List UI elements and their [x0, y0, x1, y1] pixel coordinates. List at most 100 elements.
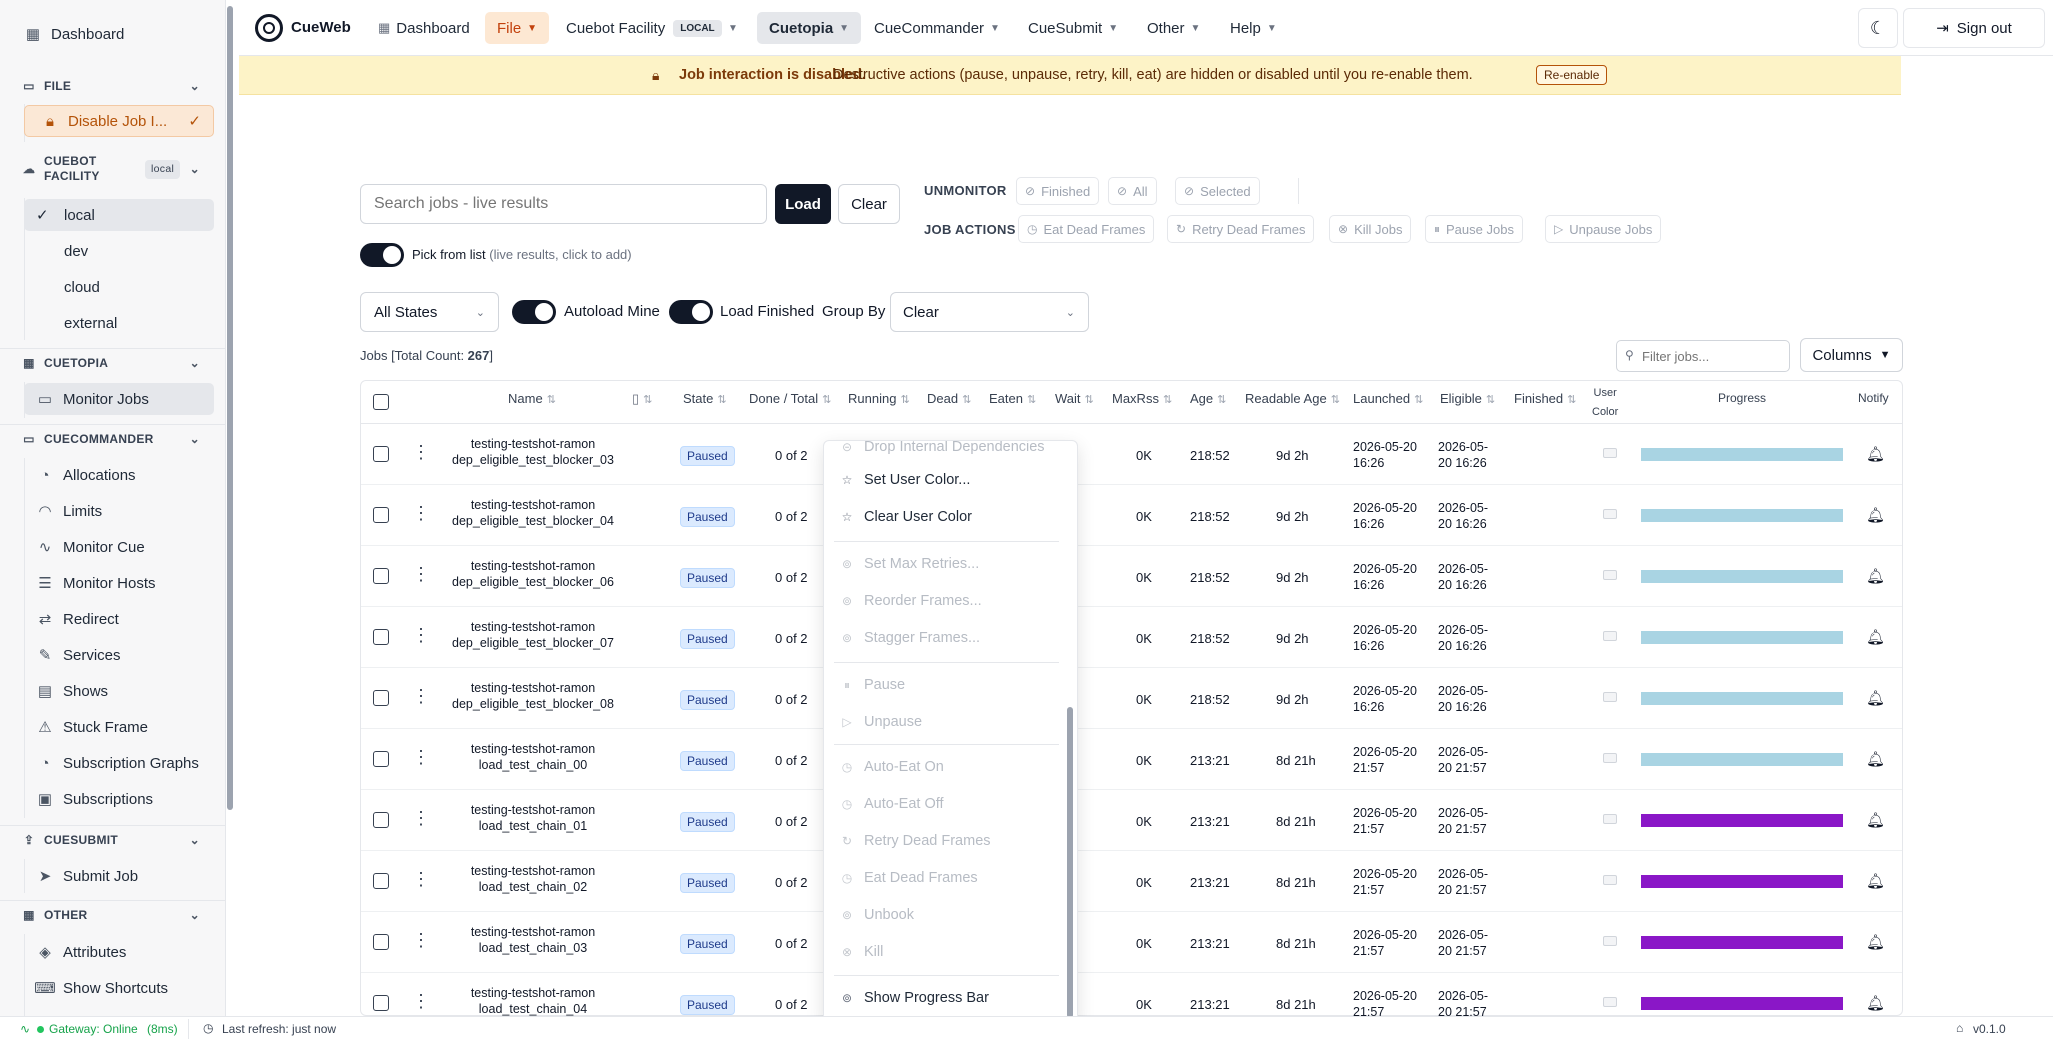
user-color-swatch[interactable] — [1603, 448, 1617, 458]
user-color-swatch[interactable] — [1603, 631, 1617, 641]
menu-item-eat-dead-frames[interactable]: ◷ Eat Dead Frames — [840, 870, 978, 886]
sidebar-item-services[interactable]: ✎ Services — [24, 639, 214, 671]
sidebar-section-cuesubmit[interactable]: ⇪ CUESUBMIT ⌄ — [20, 831, 210, 849]
sidebar-item-show-shortcuts[interactable]: ⌨ Show Shortcuts — [24, 972, 214, 1004]
row-select-checkbox[interactable] — [373, 629, 389, 645]
sidebar-section-cuetopia[interactable]: ▦ CUETOPIA ⌄ — [20, 354, 210, 372]
facility-dropdown-toggle[interactable]: ▼ — [720, 12, 746, 44]
row-select-checkbox[interactable] — [373, 690, 389, 706]
sidebar-section-cuecommander[interactable]: ▭ CUECOMMANDER ⌄ — [20, 430, 210, 448]
row-select-checkbox[interactable] — [373, 873, 389, 889]
unmonitor-all-button[interactable]: ⊘ All — [1108, 177, 1157, 205]
row-actions-kebab-icon[interactable]: ⋮ — [412, 808, 430, 829]
menu-item-reorder-frames[interactable]: ⊚ Reorder Frames... — [840, 593, 982, 609]
nav-dashboard[interactable]: ▦ Dashboard — [370, 12, 478, 44]
bell-icon[interactable]: 🔔︎ — [1866, 750, 1885, 768]
row-actions-kebab-icon[interactable]: ⋮ — [412, 625, 430, 646]
menu-item-auto-eat-off[interactable]: ◷ Auto-Eat Off — [840, 796, 944, 812]
sidebar-item-disable-job-interaction[interactable]: 🔒︎ Disable Job I... ✓ — [24, 105, 214, 137]
pause-jobs-button[interactable]: ⏸︎ Pause Jobs — [1425, 215, 1523, 243]
sidebar-item-monitor-hosts[interactable]: ☰ Monitor Hosts — [24, 567, 214, 599]
column-header-dead[interactable]: Dead ⇅ — [927, 391, 971, 406]
column-header-notify[interactable]: Notify — [1858, 391, 1889, 405]
user-color-swatch[interactable] — [1603, 570, 1617, 580]
unmonitor-selected-button[interactable]: ⊘ Selected — [1175, 177, 1260, 205]
select-all-checkbox[interactable] — [373, 394, 389, 410]
menu-item-pause[interactable]: ⏸︎ Pause — [840, 677, 905, 693]
nav-cuesubmit-menu[interactable]: CueSubmit ▼ — [1020, 12, 1126, 44]
sign-out-button[interactable]: ⇥ Sign out — [1903, 8, 2045, 48]
row-select-checkbox[interactable] — [373, 568, 389, 584]
sidebar-item-allocations[interactable]: ◔ Allocations — [24, 459, 214, 491]
column-header-wait[interactable]: Wait ⇅ — [1055, 391, 1094, 406]
column-header-eligible[interactable]: Eligible ⇅ — [1440, 391, 1495, 406]
menu-item-drop-dependencies[interactable]: ⊝ Drop Internal Dependencies — [840, 441, 1045, 455]
column-header-finished[interactable]: Finished ⇅ — [1514, 391, 1576, 406]
nav-other-menu[interactable]: Other ▼ — [1139, 12, 1208, 44]
menu-item-unbook[interactable]: ⊚ Unbook — [840, 907, 914, 923]
menu-item-retry-dead-frames[interactable]: ↻ Retry Dead Frames — [840, 833, 991, 849]
sidebar-item-facility-external[interactable]: external — [24, 307, 214, 339]
sidebar-item-monitor-jobs[interactable]: ▭ Monitor Jobs — [24, 383, 214, 415]
menu-item-show-progress-bar[interactable]: ⊚ Show Progress Bar — [840, 990, 989, 1006]
nav-cuecommander-menu[interactable]: CueCommander ▼ — [866, 12, 1008, 44]
nav-file-menu[interactable]: File ▼ — [485, 12, 550, 44]
sidebar-item-shows[interactable]: ▤ Shows — [24, 675, 214, 707]
columns-button[interactable]: Columns ▼ — [1800, 338, 1903, 372]
sidebar-section-facility[interactable]: ☁ CUEBOT FACILITY local ⌄ — [20, 154, 210, 184]
sidebar-item-attributes[interactable]: ◈ Attributes — [24, 936, 214, 968]
clear-search-button[interactable]: Clear — [838, 184, 900, 224]
bell-icon[interactable]: 🔔︎ — [1866, 994, 1885, 1012]
nav-cuebot-facility[interactable]: Cuebot Facility LOCAL — [558, 12, 730, 44]
column-header-progress[interactable]: Progress — [1718, 391, 1766, 405]
pick-from-list-toggle[interactable] — [360, 243, 404, 267]
user-color-swatch[interactable] — [1603, 997, 1617, 1007]
column-header-type[interactable]: ▯ ⇅ — [632, 391, 652, 407]
context-menu-scrollbar[interactable] — [1067, 707, 1073, 1018]
sidebar-item-facility-cloud[interactable]: cloud — [24, 271, 214, 303]
row-actions-kebab-icon[interactable]: ⋮ — [412, 503, 430, 524]
load-finished-toggle[interactable] — [669, 300, 713, 324]
column-header-readable-age[interactable]: Readable Age ⇅ — [1245, 391, 1340, 406]
unpause-jobs-button[interactable]: ▷ Unpause Jobs — [1545, 215, 1662, 243]
bell-icon[interactable]: 🔔︎ — [1866, 506, 1885, 524]
bell-icon[interactable]: 🔔︎ — [1866, 811, 1885, 829]
sidebar-item-submit-job[interactable]: ➤ Submit Job — [24, 860, 214, 892]
filter-jobs-input[interactable] — [1642, 345, 1782, 367]
column-header-age[interactable]: Age ⇅ — [1190, 391, 1226, 406]
menu-item-kill[interactable]: ⊗ Kill — [840, 944, 883, 960]
group-by-select[interactable]: Clear ⌄ — [890, 292, 1089, 332]
autoload-mine-toggle[interactable] — [512, 300, 556, 324]
row-select-checkbox[interactable] — [373, 751, 389, 767]
sidebar-item-stuck-frame[interactable]: ⚠︎ Stuck Frame — [24, 711, 214, 743]
theme-toggle-moon-icon[interactable]: ☾ — [1858, 8, 1898, 48]
column-header-done-total[interactable]: Done / Total ⇅ — [749, 391, 831, 406]
row-actions-kebab-icon[interactable]: ⋮ — [412, 686, 430, 707]
row-select-checkbox[interactable] — [373, 812, 389, 828]
eat-dead-frames-button[interactable]: ◷ Eat Dead Frames — [1018, 215, 1155, 243]
sidebar-section-other[interactable]: ▦ OTHER ⌄ — [20, 906, 210, 924]
row-actions-kebab-icon[interactable]: ⋮ — [412, 564, 430, 585]
load-button[interactable]: Load — [775, 184, 831, 224]
row-actions-kebab-icon[interactable]: ⋮ — [412, 991, 430, 1012]
retry-dead-frames-button[interactable]: ↻ Retry Dead Frames — [1167, 215, 1315, 243]
sidebar-scrollbar[interactable] — [227, 6, 233, 810]
menu-item-stagger-frames[interactable]: ⊚ Stagger Frames... — [840, 630, 980, 646]
re-enable-button[interactable]: Re-enable — [1536, 65, 1608, 85]
sidebar-item-limits[interactable]: ◠ Limits — [24, 495, 214, 527]
column-header-launched[interactable]: Launched ⇅ — [1353, 391, 1423, 406]
row-select-checkbox[interactable] — [373, 446, 389, 462]
menu-item-unpause[interactable]: ▷ Unpause — [840, 714, 922, 730]
sidebar-item-facility-local[interactable]: ✓ local — [24, 199, 214, 231]
row-actions-kebab-icon[interactable]: ⋮ — [412, 442, 430, 463]
row-actions-kebab-icon[interactable]: ⋮ — [412, 747, 430, 768]
column-header-maxrss[interactable]: MaxRss ⇅ — [1112, 391, 1172, 406]
kill-jobs-button[interactable]: ⊗ Kill Jobs — [1329, 215, 1412, 243]
column-header-state[interactable]: State ⇅ — [683, 391, 727, 406]
row-select-checkbox[interactable] — [373, 507, 389, 523]
user-color-swatch[interactable] — [1603, 753, 1617, 763]
sidebar-item-subscriptions[interactable]: ▣ Subscriptions — [24, 783, 214, 815]
menu-item-clear-user-color[interactable]: ☆ Clear User Color — [840, 509, 972, 525]
bell-icon[interactable]: 🔔︎ — [1866, 628, 1885, 646]
row-select-checkbox[interactable] — [373, 934, 389, 950]
